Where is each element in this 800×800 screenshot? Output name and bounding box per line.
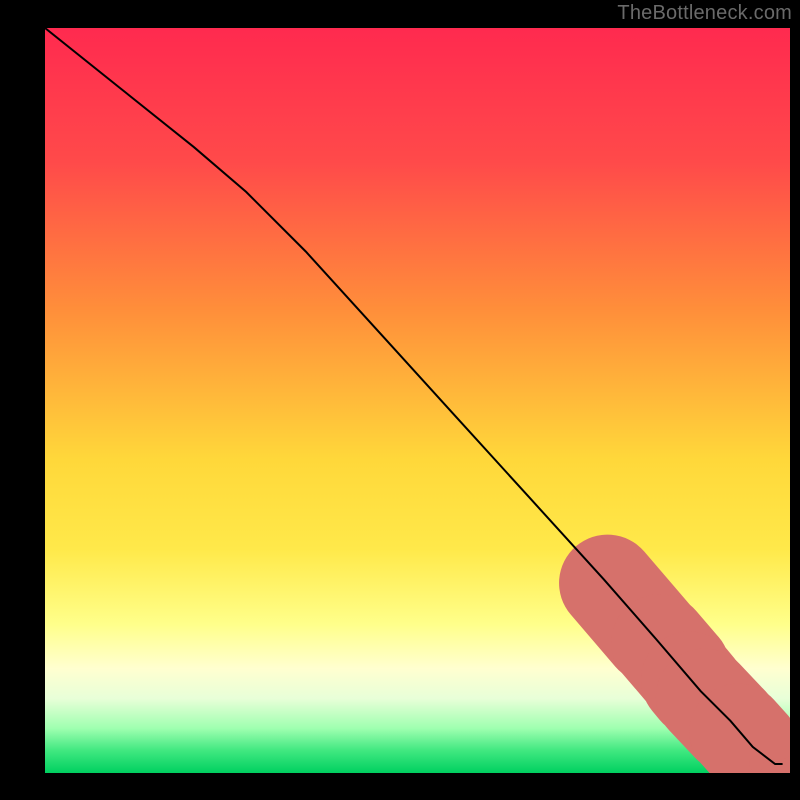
attribution-label: TheBottleneck.com	[617, 2, 792, 25]
plot-area	[45, 28, 790, 773]
chart-overlay	[45, 28, 790, 773]
chart-stage: TheBottleneck.com	[0, 0, 800, 800]
